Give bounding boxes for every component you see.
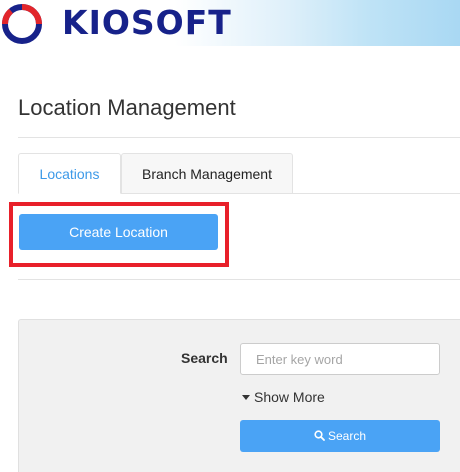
show-more-toggle[interactable]: Show More [242, 389, 325, 405]
logo-text: KIOSOFT [62, 3, 232, 42]
search-label: Search [181, 350, 228, 366]
search-button-label: Search [327, 429, 367, 443]
tab-locations[interactable]: Locations [18, 153, 121, 194]
app-header: KIOSOFT [0, 0, 460, 46]
kiosoft-logo-icon [2, 4, 42, 44]
section-divider [18, 279, 460, 280]
caret-down-icon [242, 394, 250, 400]
search-icon [314, 430, 325, 442]
create-location-button[interactable]: Create Location [19, 214, 218, 250]
tab-bar: Locations Branch Management [18, 153, 460, 194]
tab-branch-management[interactable]: Branch Management [121, 153, 293, 194]
page-title: Location Management [18, 95, 236, 120]
search-input[interactable] [240, 343, 440, 375]
show-more-label: Show More [254, 389, 325, 405]
search-button[interactable]: Search [240, 420, 440, 452]
title-divider [18, 137, 460, 138]
